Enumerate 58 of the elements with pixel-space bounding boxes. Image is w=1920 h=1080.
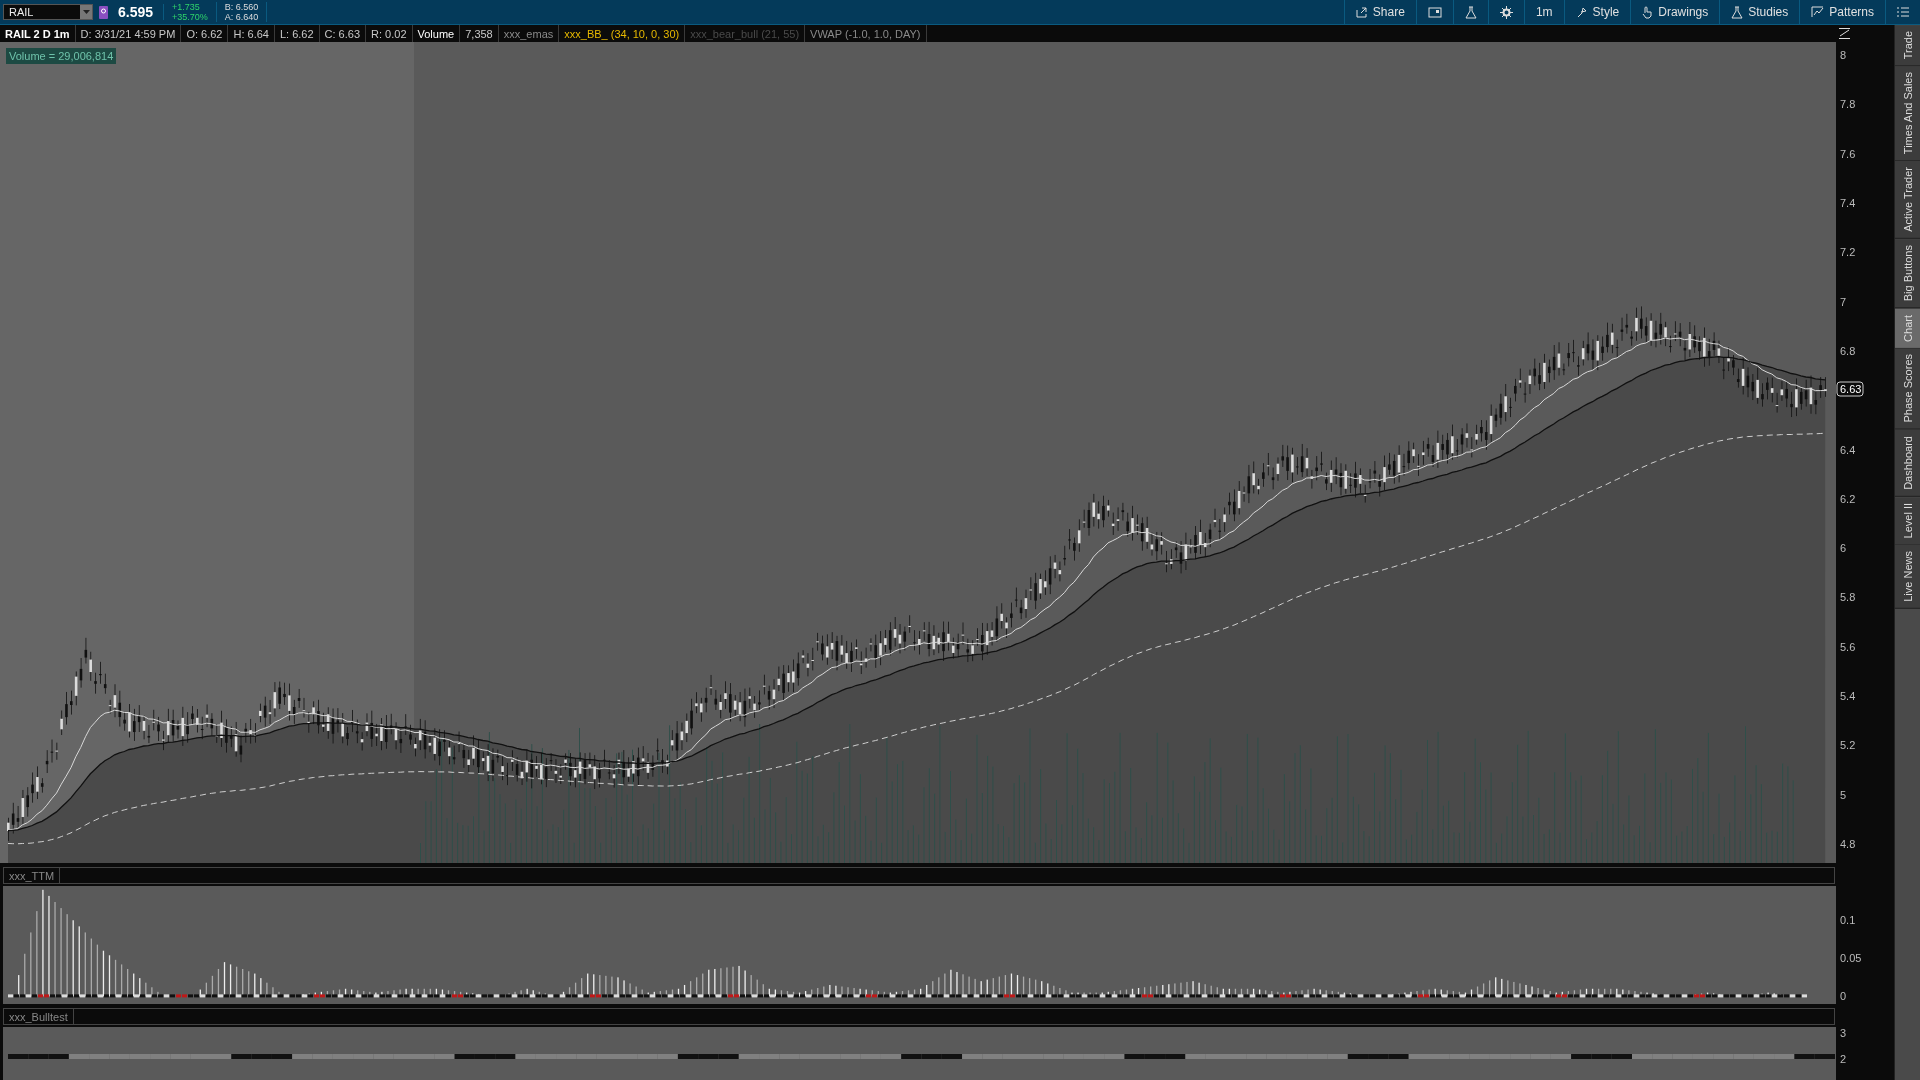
flask-icon	[1731, 5, 1744, 19]
share-icon	[1355, 6, 1368, 18]
axis-label: 0.05	[1840, 952, 1862, 965]
axis-label: 5.8	[1840, 591, 1856, 604]
last-price-tag: 6.63	[1836, 381, 1864, 397]
axis-label: 0	[1840, 990, 1847, 1003]
last-price: 6.595	[118, 4, 165, 20]
price-change: +1.735	[172, 2, 201, 12]
axis-label: 5	[1840, 788, 1847, 801]
axis-label: 0.1	[1840, 914, 1856, 927]
link-icon[interactable]	[99, 5, 108, 19]
axis-label: 7.2	[1840, 246, 1856, 259]
percent-change: +35.70%	[172, 12, 208, 22]
study-icon[interactable]	[1839, 28, 1850, 39]
toolbar-button[interactable]: 1m	[1523, 0, 1564, 24]
axis-label: 6	[1840, 542, 1847, 555]
side-tab[interactable]: Times And Sales	[1895, 66, 1920, 162]
side-tab[interactable]: Live News	[1895, 545, 1920, 609]
flask-icon	[1464, 5, 1477, 19]
axis-label: 4.8	[1840, 838, 1856, 850]
axis-label: 6.2	[1840, 492, 1856, 505]
brush-icon	[1575, 6, 1588, 18]
axis-label: 7.8	[1840, 98, 1856, 111]
side-tab[interactable]: Trade	[1895, 25, 1920, 67]
symbol-field[interactable]: RAIL	[3, 4, 93, 20]
axis-label: 7	[1840, 295, 1847, 308]
menu-icon	[1897, 7, 1909, 17]
settings-icon	[1499, 5, 1513, 19]
side-tab[interactable]: Big Buttons	[1895, 239, 1920, 309]
side-tab[interactable]: Active Trader	[1895, 161, 1920, 240]
axis-label: 5.4	[1840, 690, 1856, 703]
toolbar-button[interactable]: Patterns	[1799, 0, 1885, 24]
axis-label: 2	[1840, 1053, 1847, 1065]
side-tab[interactable]: Phase Scores	[1895, 348, 1920, 430]
bid-price: B: 6.560	[224, 2, 259, 12]
axis-label: 6.8	[1840, 344, 1856, 357]
side-tab[interactable]: Chart	[1895, 308, 1920, 349]
study-title: xxx_TTM	[4, 868, 61, 883]
volume-label: Volume = 29,006,814	[6, 48, 117, 64]
toolbar-button[interactable]: Studies	[1719, 0, 1800, 24]
side-tab[interactable]: Dashboard	[1895, 429, 1920, 497]
dropdown-icon[interactable]	[80, 5, 92, 19]
axis-label: 7.6	[1840, 147, 1856, 160]
side-tab[interactable]: Level II	[1895, 496, 1920, 546]
axis-label: 3	[1840, 1027, 1847, 1039]
toolbar-button[interactable]: Drawings	[1630, 0, 1720, 24]
axis-label: 5.2	[1840, 739, 1856, 752]
axis-label: 5.6	[1840, 640, 1856, 653]
toolbar-button[interactable]: Style	[1563, 0, 1631, 24]
axis-label: 8	[1840, 49, 1847, 61]
window-icon	[1427, 6, 1442, 18]
hand-icon	[1642, 5, 1654, 19]
axis-label: 7.4	[1840, 196, 1856, 209]
study-title: xxx_Bulltest	[4, 1009, 74, 1024]
axis-label: 6.4	[1840, 443, 1856, 456]
ask-price: A: 6.640	[224, 12, 259, 22]
pattern-icon	[1811, 6, 1825, 18]
toolbar-button[interactable]: Share	[1343, 0, 1416, 24]
